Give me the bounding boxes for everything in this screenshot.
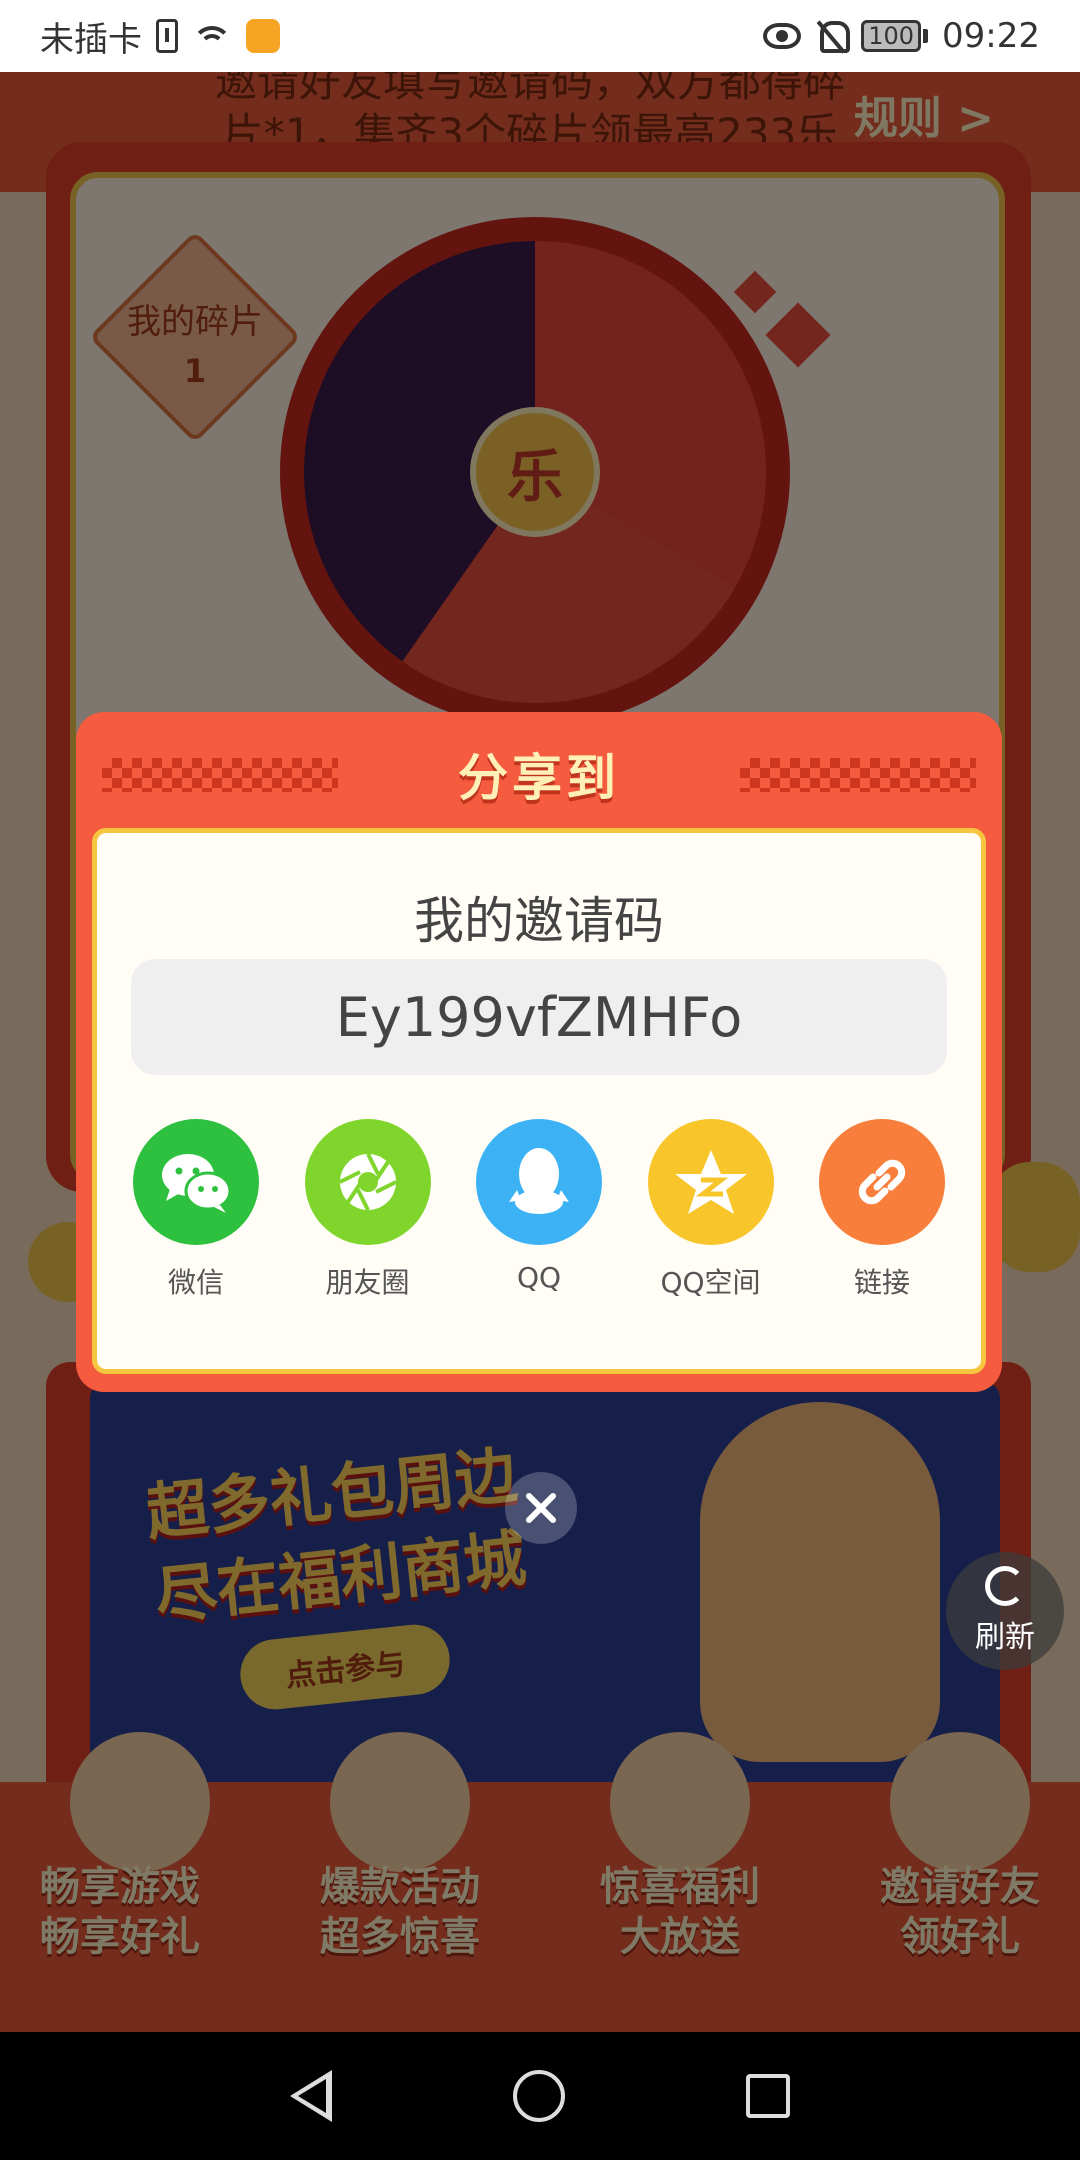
share-label: QQ空间 xyxy=(660,1266,761,1299)
invite-code-box[interactable]: Ey199vfZMHFo xyxy=(131,959,947,1075)
share-targets: 微信 朋友圈 QQ QQ空间 链接 xyxy=(131,1119,947,1309)
status-bar: 未插卡 100 09:22 xyxy=(0,0,1080,72)
share-link[interactable]: 链接 xyxy=(817,1119,947,1309)
share-label: 朋友圈 xyxy=(325,1266,410,1299)
battery-icon: 100 xyxy=(861,20,929,52)
qq-icon[interactable] xyxy=(476,1119,602,1245)
invite-code-value: Ey199vfZMHFo xyxy=(335,985,743,1049)
share-label: 微信 xyxy=(167,1266,224,1299)
link-icon[interactable] xyxy=(819,1119,945,1245)
refresh-button[interactable]: 刷新 xyxy=(946,1552,1064,1670)
status-left: 未插卡 xyxy=(40,12,280,61)
moments-icon[interactable] xyxy=(304,1119,431,1245)
home-icon[interactable] xyxy=(512,2070,565,2122)
share-moments[interactable]: 朋友圈 xyxy=(303,1119,433,1309)
dialog-title: 分享到 xyxy=(458,749,620,807)
wifi-icon xyxy=(192,20,232,52)
qzone-icon[interactable] xyxy=(647,1119,774,1245)
wechat-icon[interactable] xyxy=(133,1119,259,1245)
invite-code-title: 我的邀请码 xyxy=(414,892,664,950)
sim-alert-icon xyxy=(156,19,178,53)
share-dialog: 分享到 我的邀请码 Ey199vfZMHFo 微信 朋友圈 QQ QQ空间 链接 xyxy=(76,712,1002,1392)
eye-icon xyxy=(763,23,802,49)
refresh-icon xyxy=(985,1566,1025,1606)
back-icon[interactable] xyxy=(290,2070,333,2122)
share-wechat[interactable]: 微信 xyxy=(131,1119,261,1309)
system-nav-bar xyxy=(0,2032,1080,2160)
recent-apps-icon[interactable] xyxy=(745,2074,790,2118)
carrier-label: 未插卡 xyxy=(40,19,142,60)
status-right: 100 09:22 xyxy=(763,16,1040,56)
close-icon xyxy=(526,1493,556,1523)
share-qzone[interactable]: QQ空间 xyxy=(646,1119,776,1309)
bell-off-icon xyxy=(815,19,851,53)
battery-level: 100 xyxy=(861,20,922,52)
dialog-body: 我的邀请码 Ey199vfZMHFo 微信 朋友圈 QQ QQ空间 链接 xyxy=(92,828,986,1374)
share-label: QQ xyxy=(516,1261,562,1294)
refresh-label: 刷新 xyxy=(975,1620,1035,1655)
app-notification-icon xyxy=(246,19,280,53)
close-button[interactable] xyxy=(505,1472,577,1544)
clock: 09:22 xyxy=(942,16,1040,56)
share-label: 链接 xyxy=(853,1266,910,1299)
share-qq[interactable]: QQ xyxy=(474,1119,604,1309)
